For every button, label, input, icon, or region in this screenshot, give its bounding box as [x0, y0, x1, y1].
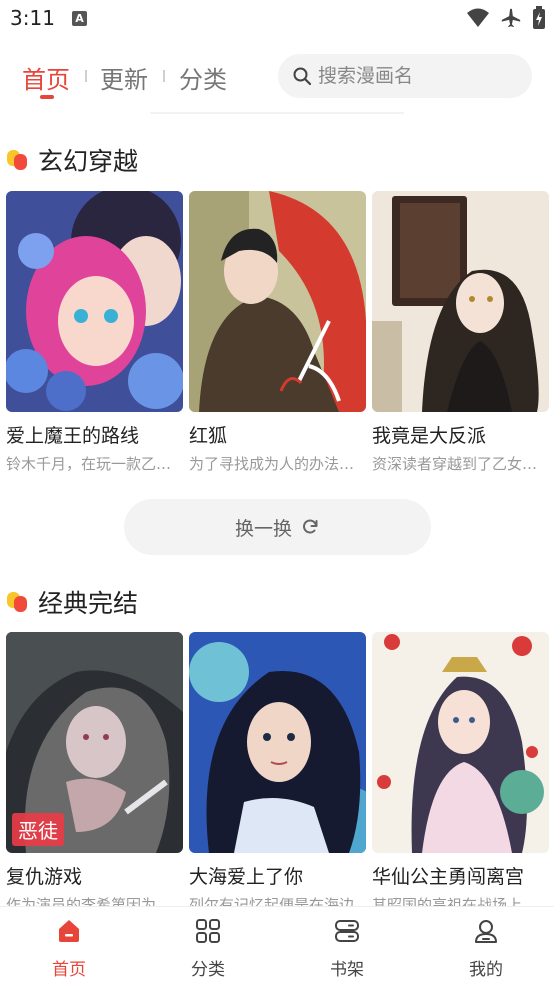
comic-cover[interactable] [189, 191, 366, 412]
bottom-nav-bookshelf[interactable]: 书架 [297, 907, 397, 984]
tab-divider [85, 70, 87, 82]
wifi-icon [467, 8, 489, 27]
status-icons [466, 6, 546, 30]
comic-card[interactable]: 爱上魔王的路线 铃木千月，在玩一款乙女游戏时穿越了 [6, 191, 183, 473]
comic-cover[interactable] [372, 632, 549, 853]
comic-cover[interactable]: 恶徒 [6, 632, 183, 853]
bottom-nav-label: 首页 [52, 960, 86, 980]
section-title: 经典完结 [38, 589, 139, 618]
section-header-fantasy: 玄幻穿越 [6, 142, 138, 178]
header-divider [150, 112, 404, 114]
comic-title[interactable]: 我竟是大反派 [372, 421, 486, 448]
section-title: 玄幻穿越 [38, 147, 139, 176]
search-input[interactable] [318, 54, 518, 98]
top-nav: 首页 更新 分类 [0, 48, 554, 104]
battery-charging-icon [533, 6, 545, 29]
comic-cover[interactable] [189, 632, 366, 853]
comic-card[interactable]: 红狐 为了寻找成为人的办法而来到人间 [189, 191, 366, 473]
bottom-nav-categories[interactable]: 分类 [158, 907, 258, 984]
comic-title[interactable]: 华仙公主勇闯离宫 [372, 862, 524, 889]
notification-icon: A [72, 11, 87, 26]
comic-card[interactable]: 华仙公主勇闯离宫 其昭国的高祖在战场上 [372, 632, 549, 914]
refresh-icon [303, 519, 318, 534]
bookshelf-icon [335, 920, 359, 942]
comic-title[interactable]: 复仇游戏 [6, 862, 82, 889]
bottom-nav: 首页 分类 书架 我的 [0, 906, 554, 984]
airplane-icon [501, 8, 521, 28]
bottom-nav-label: 我的 [469, 960, 503, 980]
section-icon [6, 590, 30, 614]
bottom-nav-home[interactable]: 首页 [19, 907, 119, 984]
comic-title[interactable]: 红狐 [189, 421, 227, 448]
profile-icon [475, 920, 497, 943]
bottom-nav-label: 书架 [330, 960, 364, 980]
tab-divider [163, 70, 165, 82]
comic-cover[interactable] [372, 191, 549, 412]
comic-cover[interactable] [6, 191, 183, 412]
comic-card[interactable]: 我竟是大反派 资深读者穿越到了乙女小说中 [372, 191, 549, 473]
bottom-nav-label: 分类 [191, 960, 225, 980]
grid-icon [196, 919, 220, 943]
status-bar: 3:11 A [0, 0, 554, 38]
status-time: 3:11 [10, 6, 55, 30]
refresh-button[interactable]: 换一换 [124, 499, 431, 555]
comic-title[interactable]: 爱上魔王的路线 [6, 421, 139, 448]
search-box[interactable] [278, 54, 532, 98]
tab-home[interactable]: 首页 [22, 60, 70, 95]
comic-card[interactable]: 恶徒 复仇游戏 作为演员的李希第因为 [6, 632, 183, 914]
bottom-nav-profile[interactable]: 我的 [436, 907, 536, 984]
comic-description: 资深读者穿越到了乙女小说中 [372, 455, 549, 473]
comic-description: 铃木千月，在玩一款乙女游戏时穿越了 [6, 455, 183, 473]
active-tab-indicator [40, 95, 54, 99]
comic-card[interactable]: 大海爱上了你 列尔有记忆起便是在海边 [189, 632, 366, 914]
refresh-label: 换一换 [234, 517, 292, 540]
home-icon [59, 920, 79, 942]
tab-updates[interactable]: 更新 [100, 60, 148, 95]
tab-categories[interactable]: 分类 [179, 60, 227, 95]
section-header-classic: 经典完结 [6, 584, 138, 620]
section-icon [6, 148, 30, 172]
search-icon [293, 67, 312, 86]
comic-badge: 恶徒 [12, 813, 64, 846]
comic-description: 为了寻找成为人的办法而来到人间 [189, 455, 366, 473]
comic-title[interactable]: 大海爱上了你 [189, 862, 303, 889]
